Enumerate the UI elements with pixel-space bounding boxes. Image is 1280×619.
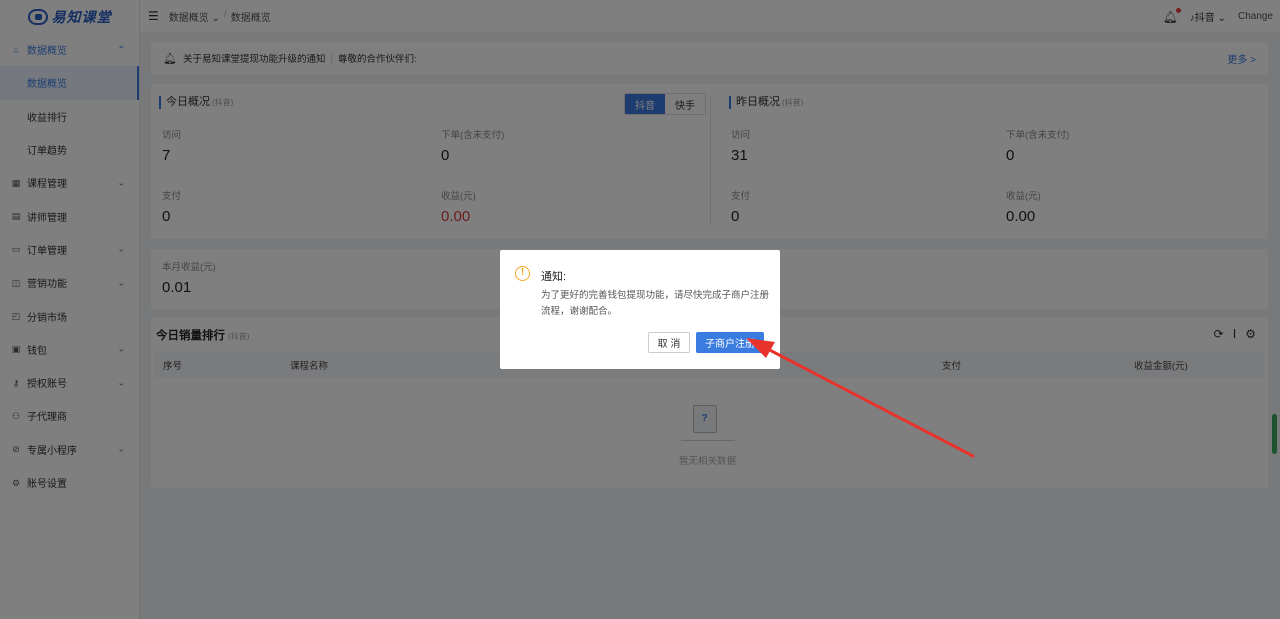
annotation-arrow bbox=[746, 338, 975, 458]
